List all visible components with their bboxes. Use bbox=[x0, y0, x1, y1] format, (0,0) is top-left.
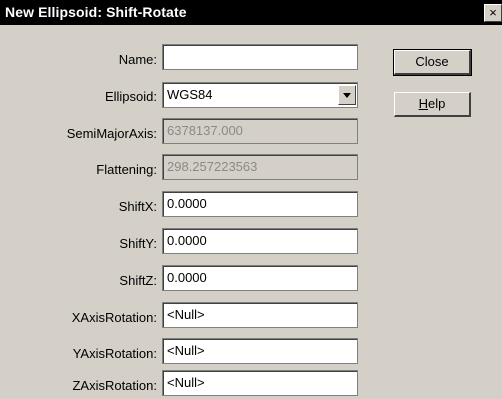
x-axis-rotation-row: XAxisRotation: <Null> bbox=[0, 302, 365, 331]
ellipsoid-value: WGS84 bbox=[167, 87, 213, 102]
shift-x-row: ShiftX: 0.0000 bbox=[0, 191, 365, 220]
shift-x-label: ShiftX: bbox=[118, 199, 157, 214]
x-axis-rotation-input[interactable]: <Null> bbox=[162, 302, 358, 328]
y-axis-rotation-input[interactable]: <Null> bbox=[162, 338, 358, 364]
shift-y-row: ShiftY: 0.0000 bbox=[0, 228, 365, 257]
shift-y-label: ShiftY: bbox=[119, 236, 157, 251]
semi-major-axis-field: 6378137.000 bbox=[162, 118, 358, 144]
chevron-down-icon bbox=[343, 93, 351, 98]
name-label: Name: bbox=[118, 52, 157, 67]
title-bar: New Ellipsoid: Shift-Rotate × bbox=[0, 0, 502, 25]
ellipsoid-label: Ellipsoid: bbox=[104, 89, 157, 104]
help-label-rest: elp bbox=[428, 96, 446, 111]
flattening-row: Flattening: 298.257223563 bbox=[0, 154, 365, 183]
y-axis-rotation-row: YAxisRotation: <Null> bbox=[0, 338, 365, 367]
z-axis-rotation-row: ZAxisRotation: <Null> bbox=[0, 370, 365, 399]
dialog-window: New Ellipsoid: Shift-Rotate × Name: Elli… bbox=[0, 0, 502, 399]
close-icon[interactable]: × bbox=[484, 4, 502, 22]
ellipsoid-select[interactable]: WGS84 bbox=[162, 82, 358, 108]
name-row: Name: bbox=[0, 44, 365, 73]
shift-z-label: ShiftZ: bbox=[119, 273, 157, 288]
z-axis-rotation-label: ZAxisRotation: bbox=[72, 378, 157, 393]
semi-major-axis-row: SemiMajorAxis: 6378137.000 bbox=[0, 118, 365, 147]
dropdown-button[interactable] bbox=[338, 85, 356, 105]
shift-z-row: ShiftZ: 0.0000 bbox=[0, 265, 365, 294]
help-mnemonic: H bbox=[418, 96, 429, 111]
ellipsoid-row: Ellipsoid: WGS84 bbox=[0, 82, 365, 110]
shift-x-input[interactable]: 0.0000 bbox=[162, 191, 358, 217]
window-title: New Ellipsoid: Shift-Rotate bbox=[5, 4, 187, 20]
x-axis-rotation-label: XAxisRotation: bbox=[71, 310, 157, 325]
z-axis-rotation-input[interactable]: <Null> bbox=[162, 370, 358, 396]
close-button[interactable]: Close bbox=[393, 49, 472, 76]
flattening-field: 298.257223563 bbox=[162, 154, 358, 180]
shift-y-input[interactable]: 0.0000 bbox=[162, 228, 358, 254]
semi-major-axis-label: SemiMajorAxis: bbox=[66, 126, 157, 141]
name-input[interactable] bbox=[162, 44, 358, 70]
flattening-label: Flattening: bbox=[96, 162, 157, 177]
help-button[interactable]: Help bbox=[394, 92, 471, 117]
y-axis-rotation-label: YAxisRotation: bbox=[72, 346, 157, 361]
shift-z-input[interactable]: 0.0000 bbox=[162, 265, 358, 291]
